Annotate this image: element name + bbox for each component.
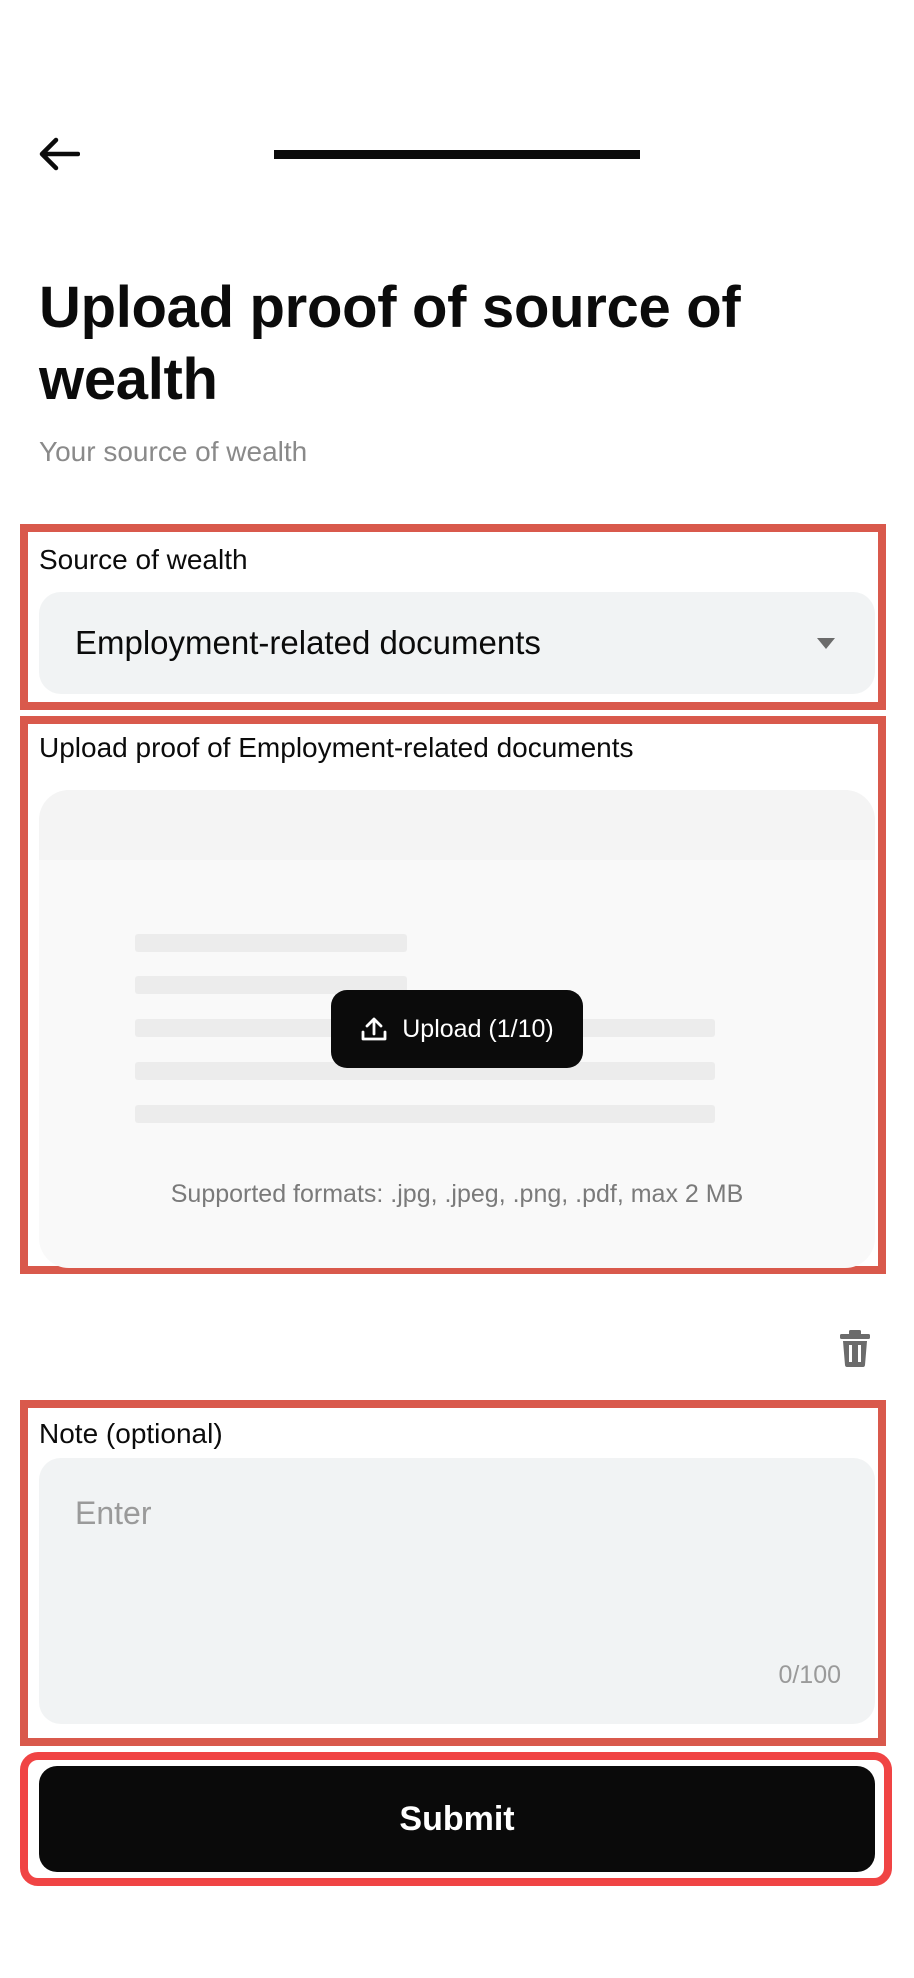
upload-button[interactable]: Upload (1/10) (331, 990, 583, 1068)
caret-down-icon (817, 637, 835, 649)
note-field-label: Note (optional) (39, 1418, 223, 1449)
upload-dropzone[interactable]: Upload (1/10) Supported formats: .jpg, .… (39, 790, 875, 1268)
note-textarea[interactable]: 0/100 (39, 1458, 875, 1724)
page-title: Upload proof of source of wealth (39, 275, 741, 412)
document-preview-header (39, 790, 875, 860)
note-input[interactable] (75, 1488, 835, 1538)
upload-field-label: Upload proof of Employment-related docum… (39, 732, 634, 763)
document-placeholder-line (135, 934, 407, 952)
upload-icon (361, 1017, 387, 1041)
progress-bar (274, 150, 640, 159)
upload-button-label: Upload (1/10) (402, 1014, 554, 1043)
submit-button[interactable]: Submit (39, 1766, 875, 1872)
delete-file-button[interactable] (838, 1328, 872, 1368)
back-button[interactable] (38, 132, 88, 176)
source-field-label: Source of wealth (39, 544, 248, 575)
source-of-wealth-select[interactable]: Employment-related documents (39, 592, 875, 694)
arrow-left-icon (39, 137, 80, 171)
source-of-wealth-value: Employment-related documents (75, 624, 541, 661)
character-counter: 0/100 (778, 1661, 841, 1689)
trash-icon (840, 1330, 870, 1367)
progress-fill (274, 150, 640, 159)
supported-formats-text: Supported formats: .jpg, .jpeg, .png, .p… (170, 1180, 744, 1208)
document-placeholder-line (135, 1105, 715, 1123)
page-subtitle: Your source of wealth (39, 436, 308, 467)
